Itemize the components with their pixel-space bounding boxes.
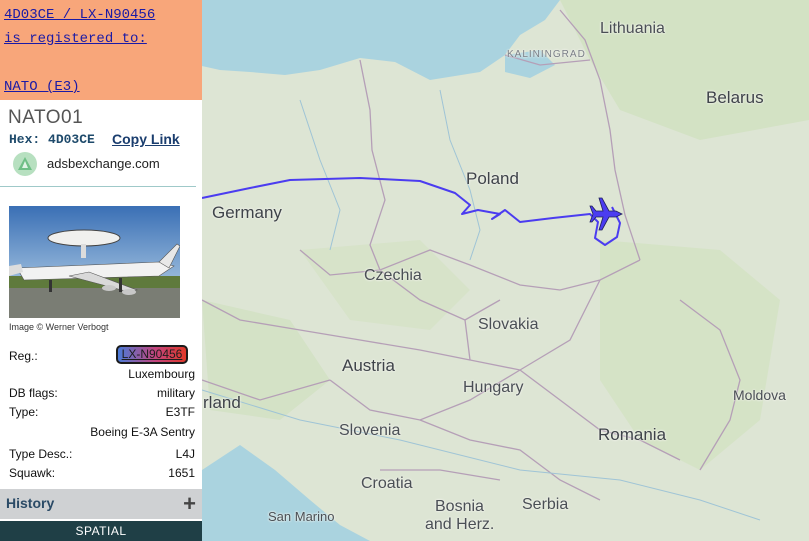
type-name-value: Boeing E-3A Sentry <box>90 425 195 439</box>
expand-plus-icon[interactable]: + <box>183 491 196 517</box>
history-label: History <box>6 495 55 511</box>
db-flags-label: DB flags: <box>9 386 58 400</box>
section-divider <box>0 186 196 187</box>
spatial-section-header[interactable]: SPATIAL <box>0 521 202 541</box>
registration-link-line1[interactable]: 4D03CE / LX-N90456 <box>4 7 155 23</box>
map-label-croatia: Croatia <box>361 475 413 492</box>
reg-label: Reg.: <box>9 349 38 363</box>
map-label-austria: Austria <box>342 356 395 375</box>
callsign: NATO01 <box>8 107 84 128</box>
map-label-moldova: Moldova <box>733 387 786 403</box>
map-label-slovakia: Slovakia <box>478 316 539 333</box>
type-desc-value: L4J <box>175 447 195 461</box>
map-label-hungary: Hungary <box>463 379 524 396</box>
type-label: Type: <box>9 405 39 419</box>
aircraft-photo[interactable] <box>9 206 180 318</box>
map-label-germany: Germany <box>212 203 282 222</box>
history-section-header[interactable]: History + <box>0 489 202 519</box>
country-value: Luxembourg <box>128 367 195 381</box>
map-label-partial-land: rland <box>203 393 241 412</box>
squawk-label: Squawk: <box>9 466 56 480</box>
map-label-kaliningrad: KALININGRAD <box>507 49 586 60</box>
hex-value: 4D03CE <box>48 132 95 147</box>
spatial-label: SPATIAL <box>75 524 127 538</box>
map-label-herzegovina: and Herz. <box>425 516 495 533</box>
photo-credit: Image © Werner Verbogt <box>9 322 109 332</box>
map-label-belarus: Belarus <box>706 88 764 107</box>
type-desc-label: Type Desc.: <box>9 447 73 461</box>
map-label-serbia: Serbia <box>522 496 569 513</box>
map-label-romania: Romania <box>598 425 667 444</box>
db-flags-value: military <box>157 386 195 400</box>
hex-row: Hex: 4D03CE <box>9 132 95 147</box>
aircraft-info-panel: 4D03CE / LX-N90456 is registered to: NAT… <box>0 0 202 541</box>
map-label-lithuania: Lithuania <box>600 20 665 37</box>
map-label-czechia: Czechia <box>364 267 422 284</box>
map-label-poland: Poland <box>466 169 519 188</box>
type-value: E3TF <box>165 405 195 419</box>
map-label-slovenia: Slovenia <box>339 422 401 439</box>
registration-link-line2[interactable]: is registered to: <box>4 31 147 47</box>
adsbexchange-logo-icon <box>13 152 37 176</box>
registration-badge-link[interactable]: LX-N90456 <box>116 345 188 364</box>
registration-owner-link[interactable]: NATO (E3) <box>4 79 80 95</box>
map-label-bosnia: Bosnia <box>435 498 484 515</box>
source-label: adsbexchange.com <box>47 156 160 171</box>
hex-label: Hex: <box>9 132 41 147</box>
registration-banner: 4D03CE / LX-N90456 is registered to: NAT… <box>0 0 202 100</box>
copy-link-button[interactable]: Copy Link <box>112 131 180 147</box>
squawk-value: 1651 <box>168 466 195 480</box>
map-label-san-marino: San Marino <box>268 509 335 524</box>
